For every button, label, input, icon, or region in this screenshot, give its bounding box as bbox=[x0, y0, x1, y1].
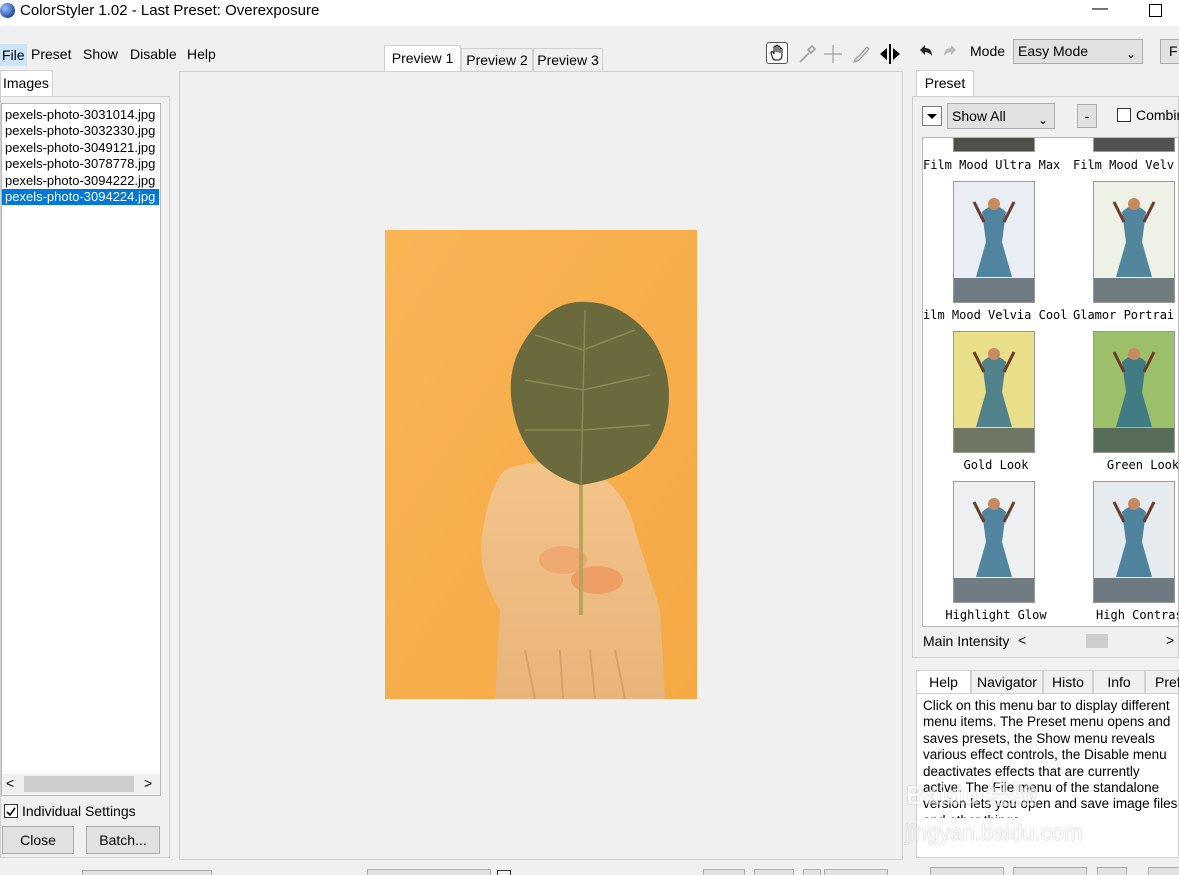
eyedropper-icon[interactable] bbox=[796, 43, 818, 65]
tab-info[interactable]: Info bbox=[1093, 670, 1145, 694]
app-logo-icon bbox=[0, 3, 15, 18]
tab-navigator[interactable]: Navigator bbox=[971, 670, 1043, 694]
tab-preview-1[interactable]: Preview 1 bbox=[384, 45, 461, 72]
mode-select[interactable]: Easy Mode ⌄ bbox=[1013, 39, 1143, 64]
preset-thumbnail[interactable] bbox=[1093, 481, 1175, 603]
redo-icon[interactable] bbox=[940, 42, 960, 62]
preset-thumbnail[interactable] bbox=[953, 481, 1035, 603]
maximize-button[interactable] bbox=[1149, 4, 1162, 17]
preset-label[interactable]: Highlight Glow bbox=[923, 608, 1069, 622]
bottom-control[interactable] bbox=[703, 869, 745, 875]
tab-preview-2[interactable]: Preview 2 bbox=[461, 48, 533, 72]
file-list-item[interactable]: pexels-photo-3094222.jpg bbox=[2, 173, 159, 189]
preset-label[interactable]: Green Look bbox=[1073, 458, 1178, 472]
preset-label[interactable]: High Contrast bbox=[1073, 608, 1178, 622]
slider-left-icon[interactable]: < bbox=[1018, 632, 1026, 648]
preset-label[interactable]: Film Mood Velv bbox=[1073, 158, 1178, 172]
preset-thumbnail[interactable] bbox=[953, 138, 1035, 152]
minus-button[interactable]: - bbox=[1077, 104, 1097, 128]
preset-thumbnail[interactable] bbox=[1093, 181, 1175, 303]
scroll-left-icon[interactable]: < bbox=[6, 775, 14, 791]
menu-help[interactable]: Help bbox=[187, 46, 216, 62]
preset-label[interactable]: Film Mood Ultra Max bbox=[923, 158, 1069, 172]
close-button[interactable]: Close bbox=[2, 826, 74, 854]
hand-tool-icon[interactable] bbox=[766, 42, 788, 64]
combine-checkbox[interactable] bbox=[1117, 108, 1131, 122]
scrollbar-thumb[interactable] bbox=[24, 776, 134, 792]
tab-help[interactable]: Help bbox=[916, 670, 971, 694]
slider-right-icon[interactable]: > bbox=[1166, 632, 1174, 648]
file-list-item[interactable]: pexels-photo-3032330.jpg bbox=[2, 123, 159, 139]
slider-thumb[interactable] bbox=[1086, 634, 1108, 648]
menu-show[interactable]: Show bbox=[83, 46, 118, 62]
tab-histo[interactable]: Histo bbox=[1043, 670, 1093, 694]
scroll-right-icon[interactable]: > bbox=[144, 775, 152, 791]
preset-thumbnail[interactable] bbox=[1093, 331, 1175, 453]
menu-preset[interactable]: Preset bbox=[31, 46, 71, 62]
undo-icon[interactable] bbox=[916, 42, 936, 62]
bottom-control[interactable] bbox=[803, 869, 821, 875]
bottom-control[interactable] bbox=[824, 869, 888, 875]
file-list-item[interactable]: pexels-photo-3031014.jpg bbox=[2, 107, 159, 123]
preset-menu-button[interactable] bbox=[922, 106, 942, 126]
menu-file[interactable]: File bbox=[0, 44, 27, 66]
preset-label[interactable]: Gold Look bbox=[923, 458, 1069, 472]
bottom-control[interactable] bbox=[754, 869, 794, 875]
split-compare-icon[interactable] bbox=[878, 42, 902, 66]
bottom-control[interactable] bbox=[367, 869, 491, 875]
file-list[interactable] bbox=[1, 103, 161, 796]
window-title: ColorStyler 1.02 - Last Preset: Overexpo… bbox=[20, 2, 320, 19]
chevron-down-icon: ⌄ bbox=[1037, 113, 1048, 127]
mode-side-button[interactable]: F bbox=[1160, 39, 1179, 64]
crosshair-icon[interactable] bbox=[822, 43, 844, 65]
watermark-url: jingyan.baidu.com bbox=[905, 820, 1083, 845]
mode-label: Mode bbox=[970, 43, 1006, 59]
individual-settings-label: Individual Settings bbox=[22, 803, 136, 819]
main-intensity-slider[interactable]: < > bbox=[1016, 632, 1179, 650]
brush-icon[interactable] bbox=[850, 43, 872, 65]
individual-settings-checkbox[interactable] bbox=[4, 804, 18, 818]
combine-label: Combin bbox=[1136, 107, 1179, 123]
file-list-item[interactable]: pexels-photo-3078778.jpg bbox=[2, 156, 159, 172]
preset-thumbnail[interactable] bbox=[953, 181, 1035, 303]
bottom-control[interactable] bbox=[82, 870, 212, 875]
file-list-item[interactable]: pexels-photo-3094224.jpg bbox=[2, 189, 159, 205]
tab-preset[interactable]: Preset bbox=[916, 70, 974, 97]
menu-disable[interactable]: Disable bbox=[130, 46, 177, 62]
tab-pref[interactable]: Pref bbox=[1145, 670, 1179, 694]
tab-images[interactable]: Images bbox=[0, 70, 53, 97]
preset-label[interactable]: ilm Mood Velvia Cool bbox=[923, 308, 1069, 322]
show-all-value: Show All bbox=[952, 108, 1006, 124]
watermark-logo: Baidu 经验 bbox=[906, 780, 1038, 810]
tab-preview-3[interactable]: Preview 3 bbox=[533, 48, 603, 72]
preview-image[interactable] bbox=[385, 230, 697, 699]
batch-button[interactable]: Batch... bbox=[86, 826, 160, 854]
file-list-item[interactable]: pexels-photo-3049121.jpg bbox=[2, 140, 159, 156]
preset-label[interactable]: Glamor Portrai bbox=[1073, 308, 1178, 322]
preset-grid[interactable]: Film Mood Ultra Max Film Mood Velv ilm Moo… bbox=[922, 137, 1179, 627]
minimize-button[interactable]: — bbox=[1092, 0, 1108, 20]
show-all-select[interactable]: Show All ⌄ bbox=[947, 103, 1055, 129]
mode-select-value: Easy Mode bbox=[1018, 43, 1089, 59]
main-intensity-label: Main Intensity bbox=[923, 633, 1010, 649]
chevron-down-icon: ⌄ bbox=[1125, 47, 1136, 61]
preset-thumbnail[interactable] bbox=[1093, 138, 1175, 152]
preset-thumbnail[interactable] bbox=[953, 331, 1035, 453]
bottom-checkbox[interactable] bbox=[497, 870, 511, 875]
